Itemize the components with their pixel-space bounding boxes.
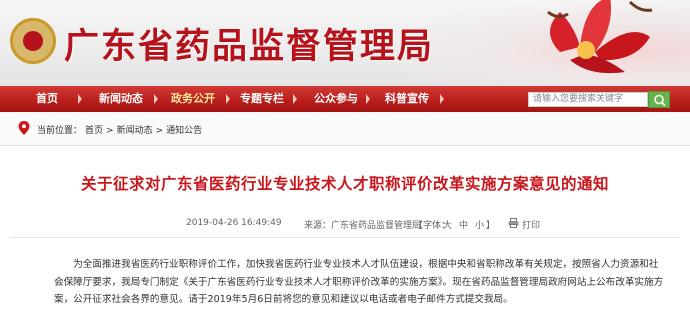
breadcrumb-item-news[interactable]: 新闻动态 [117,126,153,136]
nav-item-home[interactable]: 首页 [36,86,58,112]
print-icon[interactable] [508,218,519,231]
breadcrumb-separator: > [106,126,114,136]
nav-item-topics[interactable]: 专题专栏 [240,86,284,112]
location-pin-icon [18,121,30,135]
nav-separator [440,94,444,104]
nav-separator [226,94,230,104]
nav-item-science-promotion[interactable]: 科普宣传 [385,86,429,112]
breadcrumb-prefix: 当前位置： [37,126,83,136]
divider [10,237,680,238]
nav-item-public-participation[interactable]: 公众参与 [314,86,358,112]
breadcrumb-trail: 当前位置： 首页 > 新闻动态 > 通知公告 [37,123,205,136]
nav-separator [78,94,82,104]
search-input[interactable]: 请输入您要搜索关键字 [528,92,648,107]
publish-date: 2019-04-26 16:49:49 [186,218,282,228]
nav-separator [366,94,370,104]
site-title: 广东省药品监督管理局 [64,26,435,67]
article-source: 来源：广东省药品监督管理局 [304,221,422,231]
breadcrumb-separator: > [155,126,164,136]
font-size-small-button[interactable]: 小 [475,218,484,231]
font-size-medium-button[interactable]: 中 [459,218,468,231]
article-meta: 2019-04-26 16:49:49 来源：广东省药品监督管理局 【字体： 大… [0,218,690,232]
header-banner: 广东省药品监督管理局 [0,0,690,86]
nav-separator [154,94,158,104]
print-button[interactable]: 打印 [522,218,540,231]
kapok-flower-icon [547,0,653,74]
emblem-logo [10,18,56,64]
nav-item-news[interactable]: 新闻动态 [99,86,143,112]
font-size-label-close: 】 [486,221,496,231]
nav-item-government-affairs[interactable]: 政务公开 [171,86,215,112]
article-paragraph: 为全面推进我省医药行业职称评价工作，加快我省医药行业专业技术人才队伍建设，根据中… [54,259,664,305]
nav-separator [293,94,297,104]
font-size-large-button[interactable]: 大 [443,218,452,231]
article-title: 关于征求对广东省医药行业专业技术人才职称评价改革实施方案意见的通知 [80,175,609,193]
search-button[interactable] [648,91,670,108]
search-icon [654,94,666,107]
breadcrumb-item-notices[interactable]: 通知公告 [166,126,202,136]
article-body: 为全面推进我省医药行业职称评价工作，加快我省医药行业专业技术人才队伍建设，根据中… [54,256,666,309]
breadcrumb-item-home[interactable]: 首页 [85,126,103,136]
